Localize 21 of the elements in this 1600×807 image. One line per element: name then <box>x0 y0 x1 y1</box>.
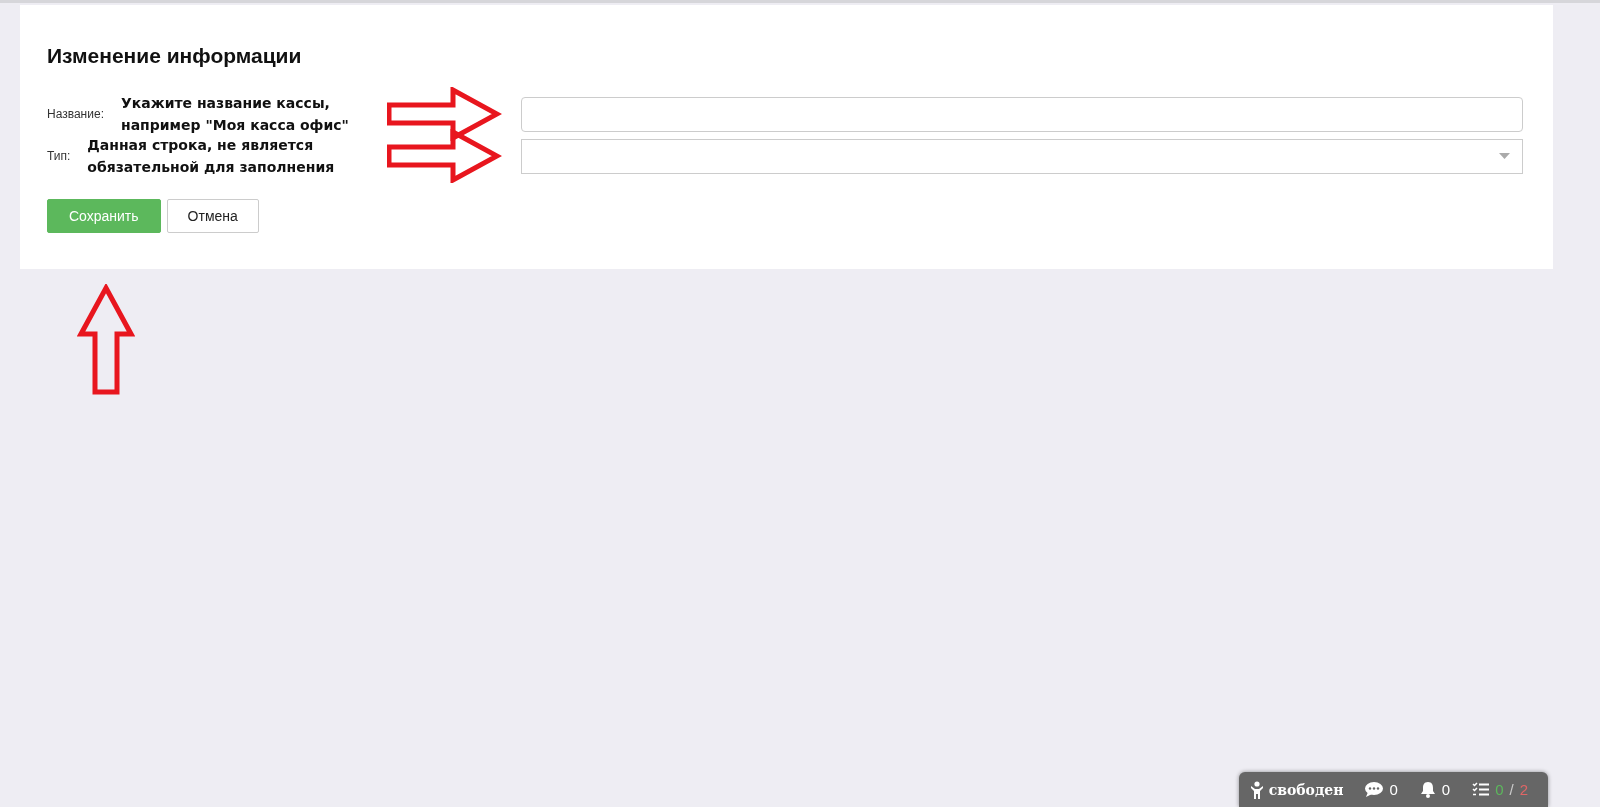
cancel-button[interactable]: Отмена <box>166 199 259 233</box>
notification-count: 0 <box>1441 781 1451 798</box>
form-title: Изменение информации <box>47 43 303 69</box>
person-icon <box>1250 780 1263 799</box>
annotation-text: Укажите название кассы, например "Моя касса офис" <box>120 94 349 135</box>
arrow-icon <box>77 284 135 396</box>
caret-icon <box>1499 153 1510 159</box>
chat-icon[interactable] <box>1365 782 1384 797</box>
name-input[interactable] <box>521 96 1523 132</box>
annotation-text: Данная строка, не является обязательной для заполнения <box>87 136 335 177</box>
arrow-icon <box>387 129 502 183</box>
tasks-total-count: 2 <box>1519 781 1528 798</box>
field-label: Название: <box>47 107 104 121</box>
arrow-icon <box>387 87 502 141</box>
bell-icon[interactable] <box>1419 781 1436 798</box>
field-label: Тип: <box>47 149 71 163</box>
message-count: 0 <box>1389 781 1398 798</box>
tasks-separator: / <box>1509 781 1514 798</box>
tasks-done-count: 0 <box>1495 781 1504 798</box>
status-text: свободен <box>1268 781 1344 798</box>
checklist-icon[interactable] <box>1472 782 1490 797</box>
